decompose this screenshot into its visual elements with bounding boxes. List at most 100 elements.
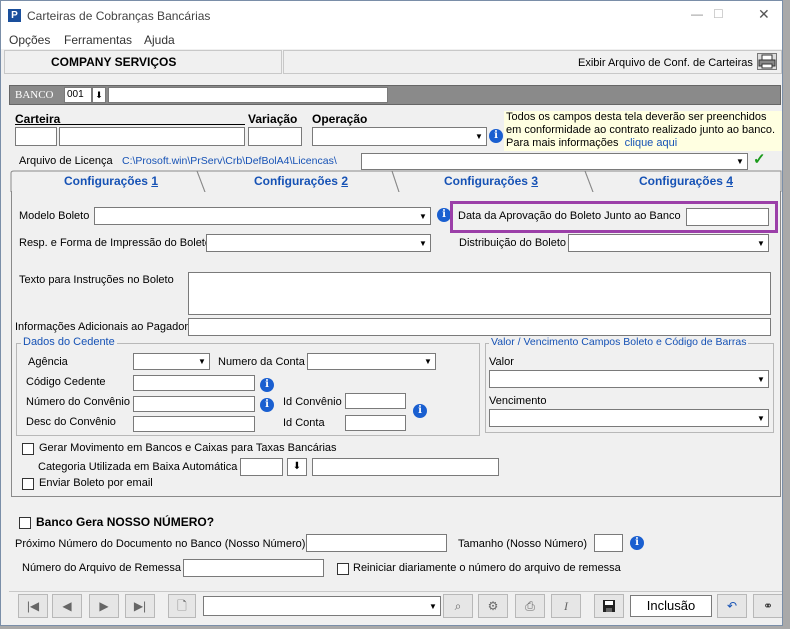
info-note-link[interactable]: clique aqui xyxy=(625,137,678,149)
codigo-cedente-label: Código Cedente xyxy=(26,376,106,388)
desc-convenio-input[interactable] xyxy=(133,416,255,432)
variacao-input[interactable] xyxy=(248,127,302,146)
vencimento-select[interactable]: ▼ xyxy=(489,409,769,427)
exibir-header: Exibir Arquivo de Conf. de Carteiras xyxy=(283,50,782,74)
id-convenio-input[interactable] xyxy=(345,393,406,409)
new-document-icon[interactable]: 🗋 xyxy=(168,594,196,618)
codigo-cedente-info-icon[interactable]: i xyxy=(260,378,274,392)
info-adicionais-label: Informações Adicionais ao Pagador xyxy=(15,321,189,333)
desc-convenio-label: Desc do Convênio xyxy=(26,416,116,428)
tab-configuracoes-3[interactable]: Configurações 3 xyxy=(401,171,581,191)
banco-bar: BANCO 001 ⬇ xyxy=(9,85,781,105)
modelo-boleto-select[interactable]: ▼ xyxy=(94,207,431,225)
menu-ajuda[interactable]: Ajuda xyxy=(144,33,175,47)
save-icon[interactable] xyxy=(594,594,624,618)
id-convenio-label: Id Convênio xyxy=(283,396,342,408)
vencimento-label: Vencimento xyxy=(489,395,547,407)
banco-code-input[interactable]: 001 xyxy=(64,87,92,103)
menu-bar: Opções Ferramentas Ajuda xyxy=(1,31,782,49)
printer-icon[interactable] xyxy=(757,53,777,70)
last-record-button[interactable]: ▶| xyxy=(125,594,155,618)
numero-conta-label: Numero da Conta xyxy=(218,356,305,368)
operacao-info-icon[interactable]: i xyxy=(489,129,503,143)
resp-forma-select[interactable]: ▼ xyxy=(206,234,431,252)
tamanho-info-icon[interactable]: i xyxy=(630,536,644,550)
tamanho-input[interactable] xyxy=(594,534,623,552)
arquivo-licenca-label: Arquivo de Licença xyxy=(19,155,113,167)
categoria-desc-input[interactable] xyxy=(312,458,499,476)
valor-vencimento-legend: Valor / Vencimento Campos Boleto e Códig… xyxy=(489,336,749,348)
texto-instrucoes-input[interactable] xyxy=(188,272,771,315)
operacao-select[interactable]: ▼ xyxy=(312,127,487,146)
info-adicionais-input[interactable] xyxy=(188,318,771,336)
reiniciar-checkbox[interactable] xyxy=(337,563,349,575)
menu-ferramentas[interactable]: Ferramentas xyxy=(64,33,132,47)
tab-configuracoes-2[interactable]: Configurações 2 xyxy=(211,171,391,191)
categoria-lookup-icon[interactable]: ⬇ xyxy=(287,458,307,476)
undo-icon[interactable]: ↶ xyxy=(717,594,747,618)
operacao-label: Operação xyxy=(312,112,368,126)
distribuicao-label: Distribuição do Boleto xyxy=(459,237,567,249)
id-conta-info-icon[interactable]: i xyxy=(413,404,427,418)
maximize-button[interactable]: ☐ xyxy=(713,7,724,21)
prev-record-button[interactable]: ◀ xyxy=(52,594,82,618)
data-aprovacao-input[interactable] xyxy=(686,208,769,226)
reiniciar-label: Reiniciar diariamente o número do arquiv… xyxy=(353,562,621,574)
company-header: COMPANY SERVIÇOS xyxy=(4,50,282,74)
proximo-numero-input[interactable] xyxy=(306,534,447,552)
gerar-movimento-label: Gerar Movimento em Bancos e Caixas para … xyxy=(39,442,337,454)
data-aprovacao-label: Data da Aprovação do Boleto Junto ao Ban… xyxy=(458,210,681,222)
first-record-button[interactable]: |◀ xyxy=(18,594,48,618)
distribuicao-select[interactable]: ▼ xyxy=(568,234,769,252)
search-icon[interactable]: ⌕ xyxy=(443,594,473,618)
numero-conta-select[interactable]: ▼ xyxy=(307,353,436,370)
enviar-email-checkbox[interactable] xyxy=(22,478,34,490)
tab-configuracoes-4[interactable]: Configurações 4 xyxy=(596,171,776,191)
proximo-numero-label: Próximo Número do Documento no Banco (No… xyxy=(15,538,306,550)
valor-label: Valor xyxy=(489,356,514,368)
licenca-select[interactable]: ▼ xyxy=(361,153,748,170)
cedente-legend: Dados do Cedente xyxy=(21,336,117,348)
banco-gera-label: Banco Gera NOSSO NÚMERO? xyxy=(36,515,215,529)
print-icon[interactable]: ⎙ xyxy=(515,594,545,618)
enviar-email-label: Enviar Boleto por email xyxy=(39,477,153,489)
numero-convenio-info-icon[interactable]: i xyxy=(260,398,274,412)
banco-gera-checkbox[interactable] xyxy=(19,517,31,529)
app-icon: P xyxy=(8,9,21,22)
gerar-movimento-checkbox[interactable] xyxy=(22,443,34,455)
id-conta-label: Id Conta xyxy=(283,417,325,429)
menu-opcoes[interactable]: Opções xyxy=(9,33,50,47)
info-note: Todos os campos desta tela deverão ser p… xyxy=(504,111,782,151)
numero-convenio-input[interactable] xyxy=(133,396,255,412)
banco-lookup-icon[interactable]: ⬇ xyxy=(92,87,106,103)
id-conta-input[interactable] xyxy=(345,415,406,431)
categoria-label: Categoria Utilizada em Baixa Automática xyxy=(38,461,238,473)
carteira-desc-input[interactable] xyxy=(59,127,245,146)
agencia-select[interactable]: ▼ xyxy=(133,353,210,370)
banco-name-input[interactable] xyxy=(108,87,388,103)
arquivo-remessa-input[interactable] xyxy=(183,559,324,577)
next-record-button[interactable]: ▶ xyxy=(89,594,119,618)
tab-configuracoes-1[interactable]: Configurações 1 xyxy=(21,171,201,191)
close-button[interactable]: ✕ xyxy=(758,6,770,23)
modelo-boleto-info-icon[interactable]: i xyxy=(437,208,451,222)
italic-icon[interactable]: I xyxy=(551,594,581,618)
texto-instrucoes-label: Texto para Instruções no Boleto xyxy=(19,274,174,286)
window-title: Carteiras de Cobranças Bancárias xyxy=(27,9,211,23)
arquivo-remessa-label: Número do Arquivo de Remessa xyxy=(22,562,181,574)
categoria-code-input[interactable] xyxy=(240,458,283,476)
modelo-boleto-label: Modelo Boleto xyxy=(19,210,90,222)
agencia-label: Agência xyxy=(28,356,68,368)
minimize-button[interactable]: — xyxy=(691,7,703,21)
settings-icon[interactable]: ⚙ xyxy=(478,594,508,618)
record-select[interactable]: ▼ xyxy=(203,596,441,616)
banco-label: BANCO xyxy=(15,89,54,101)
binoculars-icon[interactable]: ⚭ xyxy=(753,594,782,618)
codigo-cedente-input[interactable] xyxy=(133,375,255,391)
carteira-code-input[interactable] xyxy=(15,127,57,146)
variacao-label: Variação xyxy=(248,112,298,126)
valor-select[interactable]: ▼ xyxy=(489,370,769,388)
carteira-underline xyxy=(15,124,245,125)
licenca-path[interactable]: C:\Prosoft.win\PrServ\Crb\DefBolA4\Licen… xyxy=(122,155,337,167)
check-icon: ✓ xyxy=(753,151,766,168)
